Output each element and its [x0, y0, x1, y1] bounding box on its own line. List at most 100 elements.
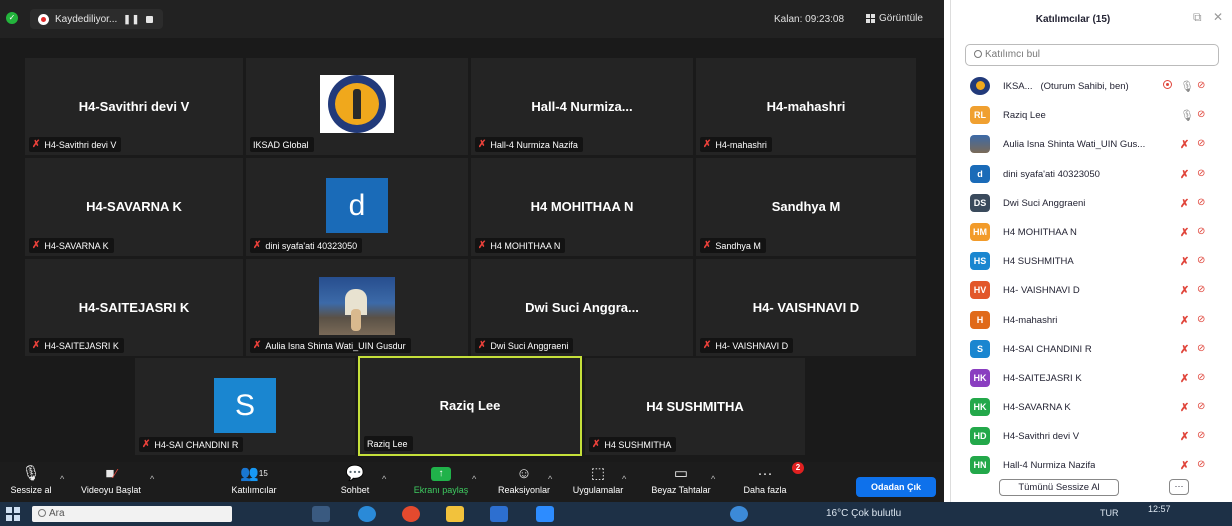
video-tile[interactable]: d ✗ dini syafa'ati 40323050 [246, 158, 468, 256]
video-options-caret-icon[interactable]: ^ [150, 474, 154, 484]
video-off-icon[interactable]: ⊘ [1197, 197, 1205, 208]
video-tile[interactable]: Dwi Suci Anggra... ✗ Dwi Suci Anggraeni [471, 259, 693, 356]
participant-row[interactable]: IKSA... (Oturum Sahibi, ben) 🎙 ⊘ [951, 72, 1232, 101]
video-tile[interactable]: IKSAD Global [246, 58, 468, 155]
tile-label: IKSAD Global [250, 137, 314, 152]
video-tile[interactable]: Sandhya M ✗ Sandhya M [696, 158, 916, 256]
participant-name: H4-SAI CHANDINI R [1003, 343, 1092, 355]
more-options-button[interactable]: ··· [1169, 479, 1189, 495]
more-button[interactable]: ··· 2 Daha fazla [734, 462, 804, 495]
mic-muted-icon[interactable]: ✗ [1180, 430, 1189, 443]
video-tile[interactable]: H4-mahashri ✗ H4-mahashri [696, 58, 916, 155]
participant-row[interactable]: HK H4-SAVARNA K ✗ ⊘ [951, 393, 1232, 422]
share-options-caret-icon[interactable]: ^ [472, 474, 476, 484]
video-tile[interactable]: ✗ Aulia Isna Shinta Wati_UIN Gusdur [246, 259, 468, 356]
security-shield-icon[interactable]: ✓ [6, 12, 18, 24]
participant-avatar: HD [970, 427, 990, 446]
video-off-icon[interactable]: ⊘ [1197, 401, 1205, 412]
participant-row[interactable]: Aulia Isna Shinta Wati_UIN Gus... ✗ ⊘ [951, 130, 1232, 159]
mic-muted-icon[interactable]: ✗ [1180, 372, 1189, 385]
file-explorer-icon[interactable] [446, 506, 464, 522]
mic-muted-icon[interactable]: ✗ [1180, 226, 1189, 239]
participant-name: H4 SUSHMITHA [1003, 256, 1074, 268]
whiteboard-button[interactable]: ▭ Beyaz Tahtalar [644, 464, 718, 495]
video-off-icon[interactable]: ⊘ [1197, 459, 1205, 470]
mic-muted-icon[interactable]: ✗ [1180, 138, 1189, 151]
participant-row[interactable]: S H4-SAI CHANDINI R ✗ ⊘ [951, 335, 1232, 364]
video-tile[interactable]: S ✗ H4-SAI CHANDINI R [135, 358, 355, 455]
word-icon[interactable] [490, 506, 508, 522]
mic-muted-icon[interactable]: ✗ [1180, 343, 1189, 356]
mic-muted-icon[interactable]: ✗ [1180, 314, 1189, 327]
tile-label-text: H4- VAISHNAVI D [715, 340, 789, 351]
mute-button[interactable]: 🎙 Sessize al [6, 464, 56, 495]
video-tile[interactable]: H4-SAVARNA K ✗ H4-SAVARNA K [25, 158, 243, 256]
close-icon[interactable]: ✕ [1213, 10, 1223, 24]
mic-muted-icon[interactable]: ✗ [1180, 459, 1189, 472]
edge-icon[interactable] [358, 506, 376, 522]
video-tile[interactable]: H4 SUSHMITHA ✗ H4 SUSHMITHA [585, 358, 805, 455]
whiteboard-caret-icon[interactable]: ^ [711, 474, 715, 484]
participant-row[interactable]: HM H4 MOHITHAA N ✗ ⊘ [951, 218, 1232, 247]
participant-row[interactable]: HV H4- VAISHNAVI D ✗ ⊘ [951, 276, 1232, 305]
video-off-icon[interactable]: ⊘ [1197, 372, 1205, 383]
audio-options-caret-icon[interactable]: ^ [60, 474, 64, 484]
participant-avatar: HN [970, 456, 990, 475]
video-off-icon[interactable]: ⊘ [1197, 168, 1205, 179]
video-tile[interactable]: H4 MOHITHAA N ✗ H4 MOHITHAA N [471, 158, 693, 256]
video-tile[interactable]: Hall-4 Nurmiza... ✗ Hall-4 Nurmiza Nazifa [471, 58, 693, 155]
share-screen-button[interactable]: ↑ Ekranı paylaş [406, 464, 476, 495]
view-button[interactable]: Görüntüle [866, 13, 923, 24]
participant-row[interactable]: RL Raziq Lee 🎙 ⊘ [951, 101, 1232, 130]
video-off-icon[interactable]: ⊘ [1197, 284, 1205, 295]
participant-row[interactable]: HK H4-SAITEJASRI K ✗ ⊘ [951, 364, 1232, 393]
zoom-taskbar-icon[interactable] [536, 506, 554, 522]
microphone-icon[interactable]: 🎙 [1180, 80, 1194, 93]
mute-all-button[interactable]: Tümünü Sessize Al [999, 479, 1119, 496]
active-speaker-tile[interactable]: Raziq Lee Raziq Lee [358, 356, 582, 456]
chat-button[interactable]: 💬 Sohbet [330, 464, 380, 495]
participant-row[interactable]: HS H4 SUSHMITHA ✗ ⊘ [951, 247, 1232, 276]
stop-recording-icon[interactable] [146, 15, 154, 23]
chat-label: Sohbet [340, 485, 370, 495]
participant-search-input[interactable]: Katılımcı bul [965, 44, 1219, 66]
start-video-button[interactable]: ■⁄ Videoyu Başlat [78, 464, 144, 495]
video-off-icon[interactable]: ⊘ [1197, 343, 1205, 354]
video-off-icon[interactable]: ⊘ [1197, 255, 1205, 266]
video-off-icon[interactable]: ⊘ [1197, 138, 1205, 149]
app-icon[interactable] [730, 506, 748, 522]
video-off-icon[interactable]: ⊘ [1197, 430, 1205, 441]
clock[interactable]: 12:57 [1148, 504, 1171, 514]
participant-row[interactable]: d dini syafa'ati 40323050 ✗ ⊘ [951, 160, 1232, 189]
apps-caret-icon[interactable]: ^ [622, 474, 626, 484]
participant-row[interactable]: HD H4-Savithri devi V ✗ ⊘ [951, 422, 1232, 451]
task-view-icon[interactable] [312, 506, 330, 522]
participant-row[interactable]: H H4-mahashri ✗ ⊘ [951, 306, 1232, 335]
mic-muted-icon[interactable]: ✗ [1180, 255, 1189, 268]
video-tile[interactable]: H4- VAISHNAVI D ✗ H4- VAISHNAVI D [696, 259, 916, 356]
mic-muted-icon[interactable]: ✗ [1180, 284, 1189, 297]
leave-button[interactable]: Odadan Çık [856, 477, 936, 497]
taskbar-search[interactable]: Ara [32, 506, 232, 522]
chrome-icon[interactable] [402, 506, 420, 522]
mic-muted-icon[interactable]: ✗ [1180, 168, 1189, 181]
pause-recording-icon[interactable]: ❚❚ [123, 14, 140, 25]
participants-button[interactable]: 👥15 Katılımcılar [222, 464, 286, 495]
video-off-icon[interactable]: ⊘ [1197, 226, 1205, 237]
windows-start-icon[interactable] [6, 507, 20, 521]
weather-widget[interactable]: 16°C Çok bulutlu [826, 508, 901, 519]
participant-row[interactable]: HN Hall-4 Nurmiza Nazifa ✗ ⊘ [951, 451, 1232, 480]
pop-out-icon[interactable]: ⧉ [1193, 10, 1202, 25]
reactions-caret-icon[interactable]: ^ [548, 474, 552, 484]
video-off-icon[interactable]: ⊘ [1197, 314, 1205, 325]
video-off-icon[interactable]: ⊘ [1197, 80, 1205, 91]
chat-options-caret-icon[interactable]: ^ [382, 474, 386, 484]
microphone-icon[interactable]: 🎙 [1180, 109, 1194, 122]
participant-row[interactable]: DS Dwi Suci Anggraeni ✗ ⊘ [951, 189, 1232, 218]
video-tile[interactable]: H4-SAITEJASRI K ✗ H4-SAITEJASRI K [25, 259, 243, 356]
video-tile[interactable]: H4-Savithri devi V ✗ H4-Savithri devi V [25, 58, 243, 155]
input-language[interactable]: TUR [1100, 508, 1119, 518]
mic-muted-icon[interactable]: ✗ [1180, 197, 1189, 210]
video-off-icon[interactable]: ⊘ [1197, 109, 1205, 120]
mic-muted-icon[interactable]: ✗ [1180, 401, 1189, 414]
